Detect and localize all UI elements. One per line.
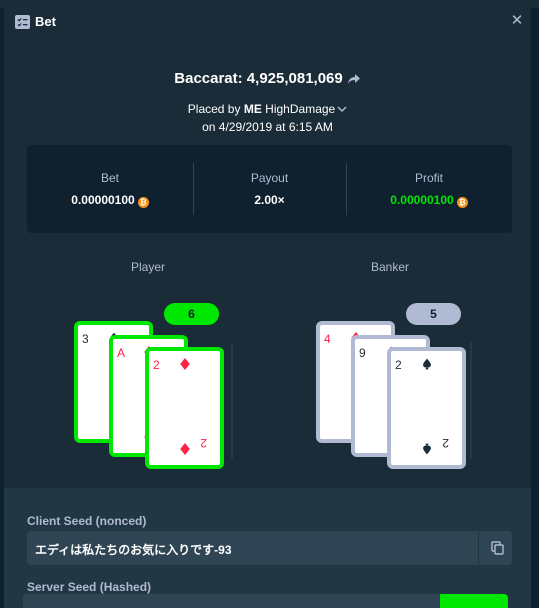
player-hand: 33AA22: [74, 321, 224, 469]
card-table: 33AA22 449922: [74, 321, 472, 469]
playing-card: 22: [145, 347, 224, 469]
bet-modal: Bet ✕ Baccarat: 4,925,081,069 Placed by …: [4, 4, 531, 608]
client-seed-label: Client Seed (nonced): [27, 514, 147, 528]
card-rank: 2: [153, 358, 160, 372]
card-rank: 9: [359, 346, 366, 360]
card-rank: 2: [442, 436, 449, 450]
card-rank: 4: [324, 332, 331, 346]
client-seed-field: エディは私たちのお気に入りです-93: [27, 531, 512, 565]
client-seed-value[interactable]: エディは私たちのお気に入りです-93: [35, 541, 232, 558]
server-seed-action-button[interactable]: [440, 594, 508, 608]
card-rank: A: [117, 346, 125, 360]
copy-button[interactable]: [478, 531, 512, 565]
card-rank: 2: [395, 358, 402, 372]
banker-hand: 449922: [316, 321, 466, 469]
server-seed-field: [23, 594, 508, 608]
playing-card: 22: [387, 347, 466, 469]
server-seed-label: Server Seed (Hashed): [27, 580, 152, 594]
card-rank: 2: [200, 436, 207, 450]
card-rank: 3: [82, 332, 89, 346]
copy-icon: [491, 541, 504, 555]
